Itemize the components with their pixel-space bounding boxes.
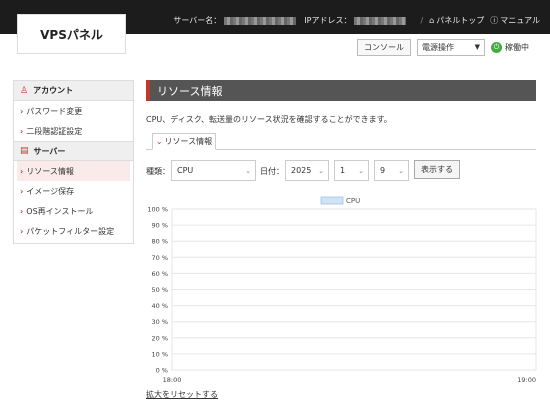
sidebar-item-os-reinstall[interactable]: › OS再インストール — [14, 201, 133, 221]
x-tick-label: 19:00 — [517, 376, 536, 384]
status-indicator: ⏻ 稼働中 — [491, 42, 529, 53]
type-select[interactable]: CPU ⌄ — [171, 160, 256, 181]
tab-resource[interactable]: ⌄ リソース情報 — [152, 133, 216, 150]
type-select-value: CPU — [177, 166, 194, 175]
x-tick-label: 18:00 — [163, 376, 182, 384]
sidebar-item-label: リソース情報 — [26, 166, 74, 176]
sidebar-section-server: ▤ サーバー — [14, 141, 133, 161]
ip-label: IPアドレス： — [304, 16, 352, 25]
show-button[interactable]: 表示する — [414, 160, 460, 179]
sidebar-item-label: パケットフィルター設定 — [26, 226, 115, 236]
sidebar-item-label: パスワード変更 — [26, 106, 83, 116]
y-tick-label: 100 % — [147, 206, 168, 214]
power-select-value: 電源操作 — [422, 43, 454, 52]
sidebar-item-label: イメージ保存 — [26, 186, 75, 196]
chevron-down-icon: ▼ — [474, 43, 480, 51]
chevron-right-icon: › — [20, 166, 24, 176]
chevron-down-icon: ⌄ — [358, 167, 364, 175]
y-tick-label: 30 % — [151, 318, 168, 326]
server-name-masked — [224, 16, 297, 25]
panel-top-link[interactable]: パネルトップ — [436, 15, 484, 26]
year-select[interactable]: 2025 ⌄ — [285, 160, 329, 181]
y-tick-label: 70 % — [151, 254, 168, 262]
console-button[interactable]: コンソール — [357, 39, 411, 56]
sidebar-item-packet-filter[interactable]: › パケットフィルター設定 — [14, 221, 133, 241]
y-tick-label: 10 % — [151, 350, 168, 358]
help-icon: ⓘ — [490, 16, 499, 25]
home-icon: ⌂ — [429, 16, 435, 25]
chevron-down-icon: ⌄ — [155, 137, 163, 146]
page-title: リソース情報 — [146, 80, 536, 101]
month-select-value: 1 — [340, 166, 346, 175]
ip-address-masked — [354, 16, 407, 25]
year-select-value: 2025 — [291, 166, 312, 175]
power-select[interactable]: 電源操作 ▼ — [417, 39, 485, 56]
y-tick-label: 20 % — [151, 334, 168, 342]
chevron-right-icon: › — [20, 126, 24, 136]
sidebar-item-password[interactable]: › パスワード変更 — [14, 101, 133, 121]
sidebar-section-label: アカウント — [33, 86, 74, 95]
sidebar-section-label: サーバー — [33, 146, 66, 156]
y-tick-label: 90 % — [151, 222, 168, 230]
chevron-right-icon: › — [20, 106, 24, 116]
legend-swatch — [320, 196, 344, 205]
status-text: 稼働中 — [505, 43, 529, 52]
y-tick-label: 40 % — [151, 302, 168, 310]
date-label: 日付： — [260, 167, 284, 176]
chevron-down-icon: ⌄ — [245, 167, 251, 175]
user-icon: ♙ — [20, 85, 29, 96]
y-tick-label: 50 % — [151, 286, 168, 294]
logo[interactable]: VPSパネル — [17, 14, 126, 54]
server-icon: ▤ — [20, 146, 29, 156]
tab-label: リソース情報 — [164, 137, 213, 146]
day-select[interactable]: 9 ⌄ — [374, 160, 409, 181]
server-info: サーバー名： IPアドレス： / ⌂ パネルトップ ⓘ マニュアル — [173, 15, 540, 26]
month-select[interactable]: 1 ⌄ — [334, 160, 369, 181]
chevron-right-icon: › — [20, 226, 24, 236]
y-tick-label: 0 % — [156, 367, 168, 375]
day-select-value: 9 — [380, 166, 386, 175]
legend-label: CPU — [346, 197, 360, 205]
chevron-down-icon: ⌄ — [398, 167, 404, 175]
sidebar-item-two-factor[interactable]: › 二段階認証設定 — [14, 121, 133, 141]
sidebar-item-resource[interactable]: › リソース情報 — [17, 161, 130, 181]
separator: / — [420, 16, 424, 25]
sidebar-section-account: ♙ アカウント — [14, 81, 133, 101]
sidebar: ♙ アカウント › パスワード変更 › 二段階認証設定 ▤ サーバー › リソー… — [13, 80, 134, 244]
sidebar-item-label: 二段階認証設定 — [26, 126, 83, 136]
type-label: 種類： — [146, 167, 170, 176]
page-description: CPU、ディスク、転送量のリソース状況を確認することができます。 — [146, 115, 392, 124]
y-tick-label: 80 % — [151, 238, 168, 246]
reset-zoom-link[interactable]: 拡大をリセットする — [146, 389, 218, 400]
cpu-chart[interactable]: CPU 100 % 90 % 80 % 70 % 60 % 50 % 40 % 30 % 20 %… — [140, 195, 540, 390]
chevron-down-icon: ⌄ — [318, 167, 324, 175]
chevron-right-icon: › — [20, 186, 24, 196]
sidebar-item-image-save[interactable]: › イメージ保存 — [14, 181, 133, 201]
server-name-label: サーバー名： — [173, 16, 222, 25]
chevron-right-icon: › — [20, 206, 24, 216]
manual-link[interactable]: マニュアル — [500, 15, 540, 26]
sidebar-item-label: OS再インストール — [26, 206, 94, 216]
power-icon: ⏻ — [491, 42, 502, 53]
y-tick-label: 60 % — [151, 270, 168, 278]
